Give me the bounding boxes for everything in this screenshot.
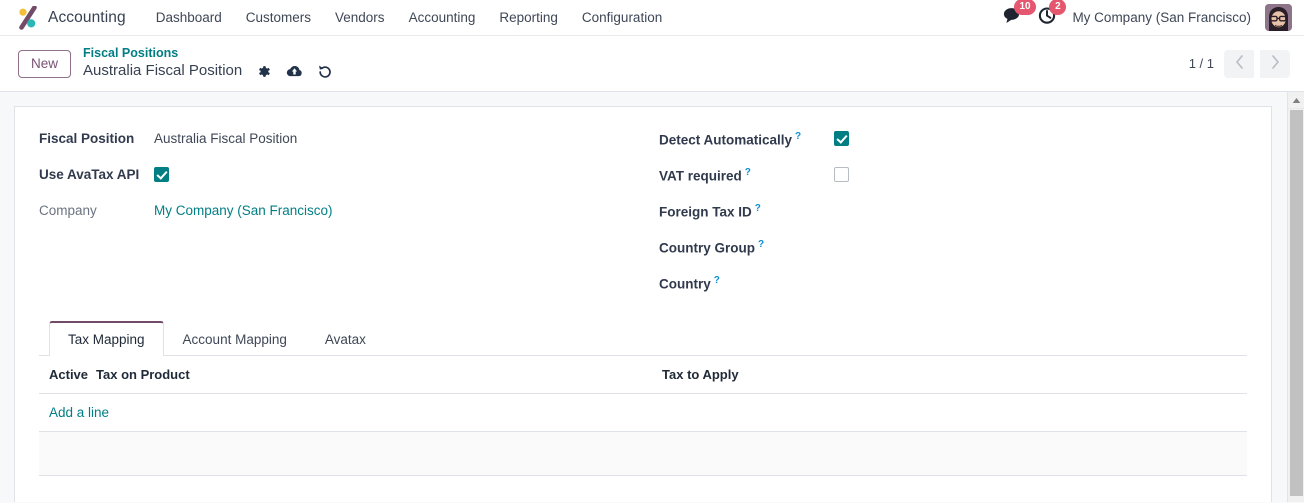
chevron-left-icon bbox=[1235, 55, 1244, 72]
form-column-right: Detect Automatically? VAT required? Fore… bbox=[659, 125, 1247, 307]
form-column-left: Fiscal Position Australia Fiscal Positio… bbox=[39, 125, 659, 307]
notebook-tab-list: Tax Mapping Account Mapping Avatax bbox=[39, 321, 1247, 356]
add-a-line-button[interactable]: Add a line bbox=[49, 405, 109, 420]
field-use-avatax-api: Use AvaTax API bbox=[39, 163, 659, 199]
help-icon-foreign-tax-id[interactable]: ? bbox=[755, 203, 761, 214]
new-record-button[interactable]: New bbox=[18, 49, 72, 78]
field-label-text-detect-automatically: Detect Automatically bbox=[659, 132, 793, 148]
form-field-grid: Fiscal Position Australia Fiscal Positio… bbox=[39, 125, 1247, 307]
undo-icon[interactable] bbox=[314, 62, 336, 82]
checkbox-detect-automatically[interactable] bbox=[834, 131, 849, 146]
help-icon-country[interactable]: ? bbox=[714, 275, 720, 286]
activities-button[interactable]: 2 bbox=[1038, 0, 1067, 30]
field-label-detect-automatically: Detect Automatically? bbox=[659, 127, 834, 151]
add-line-cell: Add a line bbox=[39, 393, 1247, 432]
user-avatar[interactable] bbox=[1265, 4, 1292, 31]
menu-item-customers[interactable]: Customers bbox=[234, 3, 323, 32]
main-content-area: Fiscal Position Australia Fiscal Positio… bbox=[0, 92, 1304, 502]
scrollbar-thumb[interactable] bbox=[1290, 110, 1303, 496]
navbar-right-group: 10 2 My Company (San Francisco) bbox=[1003, 0, 1294, 31]
tab-account-mapping[interactable]: Account Mapping bbox=[164, 321, 306, 356]
cloud-upload-icon[interactable] bbox=[283, 62, 305, 82]
menu-item-reporting[interactable]: Reporting bbox=[487, 3, 570, 32]
form-sheet: Fiscal Position Australia Fiscal Positio… bbox=[14, 106, 1272, 502]
field-label-text-vat-required: VAT required bbox=[659, 168, 742, 184]
chevron-right-icon bbox=[1271, 55, 1280, 72]
menu-item-dashboard[interactable]: Dashboard bbox=[144, 3, 234, 32]
field-detect-automatically: Detect Automatically? bbox=[659, 127, 1247, 163]
scrollbar-up-arrow-icon[interactable] bbox=[1288, 92, 1304, 109]
help-icon-detect-automatically[interactable]: ? bbox=[795, 131, 801, 142]
column-header-tax-to-apply[interactable]: Tax to Apply bbox=[662, 356, 1247, 394]
checkbox-vat-required[interactable] bbox=[834, 167, 849, 182]
pager-previous-button[interactable] bbox=[1224, 49, 1254, 78]
tax-mapping-table: Active Tax on Product Tax to Apply Add a… bbox=[39, 356, 1247, 476]
field-foreign-tax-id: Foreign Tax ID? bbox=[659, 199, 1247, 235]
field-country-group: Country Group? bbox=[659, 235, 1247, 271]
vertical-scrollbar[interactable] bbox=[1287, 92, 1304, 502]
add-line-row: Add a line bbox=[39, 393, 1247, 432]
table-header-row: Active Tax on Product Tax to Apply bbox=[39, 356, 1247, 394]
tab-avatax[interactable]: Avatax bbox=[306, 321, 385, 356]
messages-badge-count: 10 bbox=[1014, 0, 1036, 15]
field-label-fiscal-position: Fiscal Position bbox=[39, 131, 135, 146]
brand-name: Accounting bbox=[48, 8, 126, 26]
menu-item-vendors[interactable]: Vendors bbox=[323, 3, 397, 32]
field-vat-required: VAT required? bbox=[659, 163, 1247, 199]
field-label-country: Country? bbox=[659, 271, 834, 295]
odoo-accounting-logo-icon bbox=[14, 5, 40, 30]
checkbox-use-avatax-api[interactable] bbox=[154, 167, 169, 182]
field-country: Country? bbox=[659, 271, 1247, 307]
field-value-company[interactable]: My Company (San Francisco) bbox=[154, 199, 333, 221]
tab-tax-mapping[interactable]: Tax Mapping bbox=[49, 321, 164, 356]
field-label-text-country: Country bbox=[659, 276, 711, 292]
notebook: Tax Mapping Account Mapping Avatax Activ… bbox=[39, 321, 1247, 476]
field-label-text-country-group: Country Group bbox=[659, 240, 755, 256]
table-filler-cell bbox=[39, 431, 1247, 476]
field-label-country-group: Country Group? bbox=[659, 235, 834, 259]
gear-icon[interactable] bbox=[252, 62, 274, 82]
help-icon-vat-required[interactable]: ? bbox=[745, 167, 751, 178]
main-menu: Dashboard Customers Vendors Accounting R… bbox=[144, 3, 675, 32]
field-label-use-avatax-api: Use AvaTax API bbox=[39, 167, 140, 182]
table-filler-row bbox=[39, 431, 1247, 476]
menu-item-configuration[interactable]: Configuration bbox=[570, 3, 674, 32]
breadcrumb-parent-link[interactable]: Fiscal Positions bbox=[83, 46, 336, 60]
field-label-foreign-tax-id: Foreign Tax ID? bbox=[659, 199, 834, 223]
control-panel: New Fiscal Positions Australia Fiscal Po… bbox=[0, 36, 1304, 92]
activities-badge-count: 2 bbox=[1049, 0, 1067, 15]
messages-button[interactable]: 10 bbox=[1003, 0, 1036, 30]
field-company: Company My Company (San Francisco) bbox=[39, 199, 659, 235]
brand-home-link[interactable]: Accounting bbox=[14, 5, 126, 30]
record-title: Australia Fiscal Position bbox=[83, 62, 243, 80]
field-fiscal-position: Fiscal Position Australia Fiscal Positio… bbox=[39, 127, 659, 163]
pager-counter: 1 / 1 bbox=[1188, 56, 1214, 71]
column-header-tax-on-product[interactable]: Tax on Product bbox=[96, 356, 663, 394]
column-header-active[interactable]: Active bbox=[39, 356, 97, 394]
breadcrumb: Fiscal Positions Australia Fiscal Positi… bbox=[83, 46, 336, 82]
top-navbar: Accounting Dashboard Customers Vendors A… bbox=[0, 0, 1304, 36]
help-icon-country-group[interactable]: ? bbox=[758, 239, 764, 250]
field-label-vat-required: VAT required? bbox=[659, 163, 834, 187]
menu-item-accounting[interactable]: Accounting bbox=[397, 3, 488, 32]
company-switcher[interactable]: My Company (San Francisco) bbox=[1072, 10, 1251, 25]
field-label-text-foreign-tax-id: Foreign Tax ID bbox=[659, 204, 752, 220]
record-pager: 1 / 1 bbox=[1188, 49, 1290, 78]
pager-next-button[interactable] bbox=[1260, 49, 1290, 78]
field-value-fiscal-position[interactable]: Australia Fiscal Position bbox=[154, 127, 297, 149]
field-label-company: Company bbox=[39, 203, 97, 218]
